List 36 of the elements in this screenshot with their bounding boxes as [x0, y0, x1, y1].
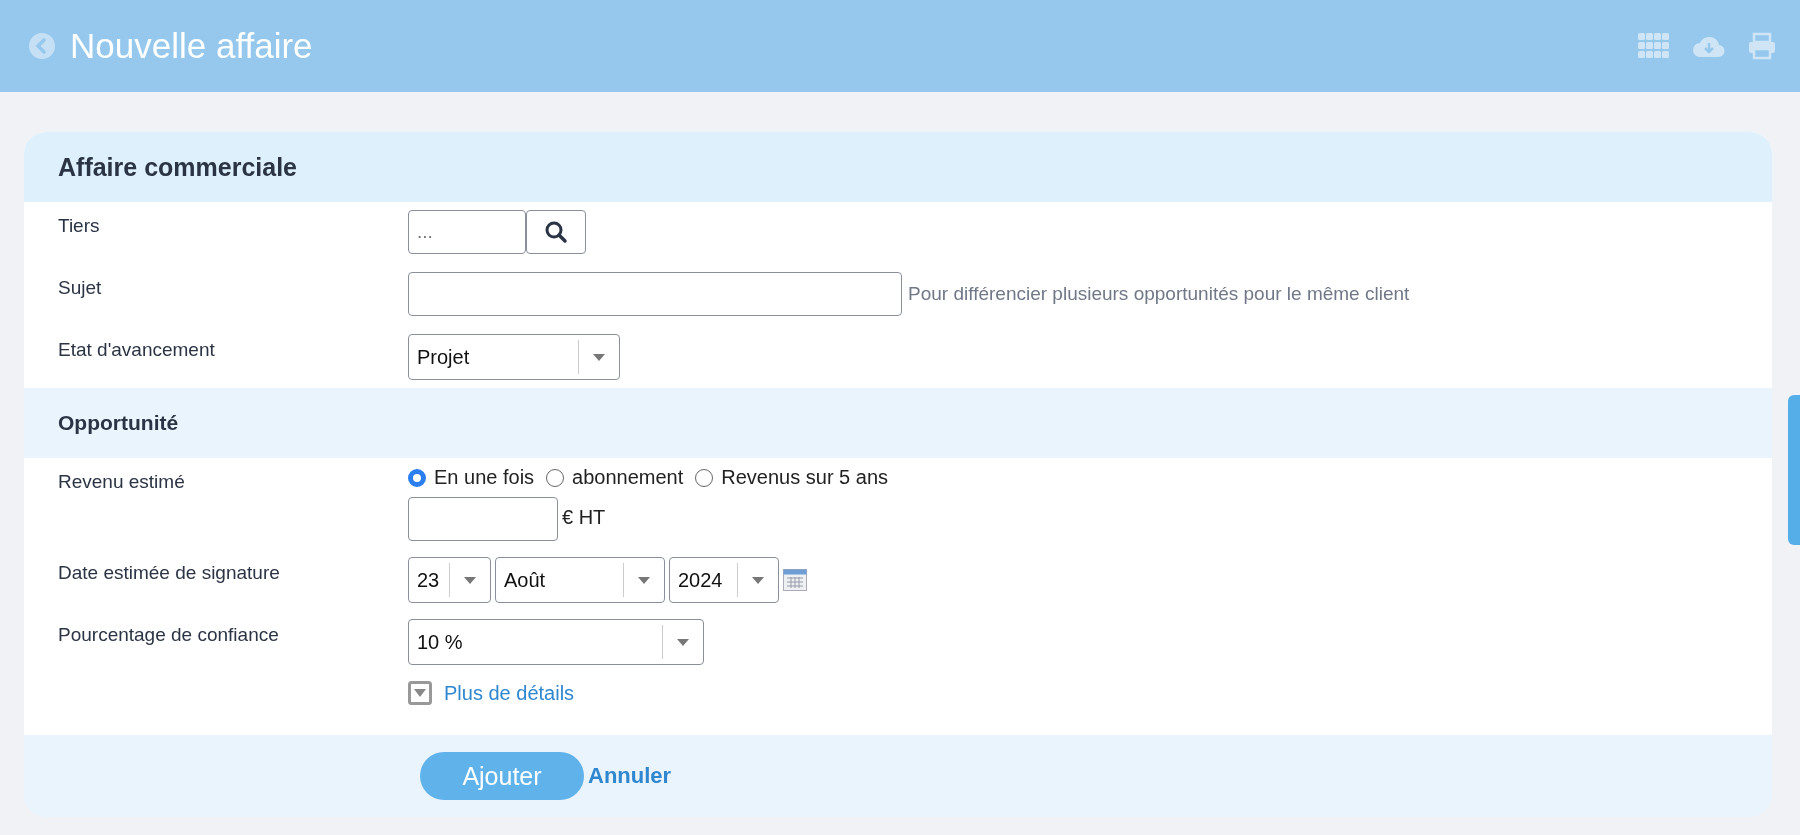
radio-option[interactable]: Revenus sur 5 ans [695, 466, 889, 489]
search-field[interactable]: ... [408, 210, 526, 254]
print-icon[interactable] [1748, 32, 1776, 60]
unit-text: € HT [562, 505, 606, 529]
search-button[interactable] [526, 210, 586, 254]
expand-icon [408, 681, 432, 705]
amount-field[interactable] [408, 497, 558, 541]
section-header: Opportunité [24, 388, 1772, 458]
day-dropdown[interactable]: 23 [408, 557, 491, 603]
section-header: Affaire commerciale [24, 132, 1772, 202]
calendar-icon[interactable] [783, 569, 807, 591]
scrollbar-thumb[interactable] [1788, 395, 1800, 545]
field-label: Etat d'avancement [58, 338, 216, 361]
subject-field[interactable] [408, 272, 902, 316]
percentage-dropdown[interactable]: 10 % [408, 619, 704, 665]
status-dropdown[interactable]: Projet [408, 334, 620, 380]
page-title: Nouvelle affaire [70, 26, 313, 66]
field-label: Sujet [58, 276, 103, 299]
more-details-link[interactable]: Plus de détails [408, 681, 575, 705]
month-dropdown[interactable]: Août [495, 557, 665, 603]
hint-text: Pour différencier plusieurs opportunités pour le même client [908, 283, 1410, 305]
back-icon[interactable] [28, 32, 56, 60]
caret-icon [593, 353, 605, 361]
field-label: Date estimée de signature [58, 561, 281, 584]
search-icon [544, 220, 568, 244]
field-label: Pourcentage de confiance [58, 623, 280, 646]
radio-option[interactable]: En une fois [408, 466, 535, 489]
field-label: Revenu estimé [58, 470, 186, 493]
radio-option[interactable]: abonnement [546, 466, 684, 489]
caret-icon [677, 638, 689, 646]
caret-icon [752, 576, 764, 584]
grid-icon[interactable] [1638, 33, 1670, 59]
caret-icon [638, 576, 650, 584]
field-label: Tiers [58, 214, 101, 237]
caret-icon [464, 576, 476, 584]
year-dropdown[interactable]: 2024 [669, 557, 779, 603]
